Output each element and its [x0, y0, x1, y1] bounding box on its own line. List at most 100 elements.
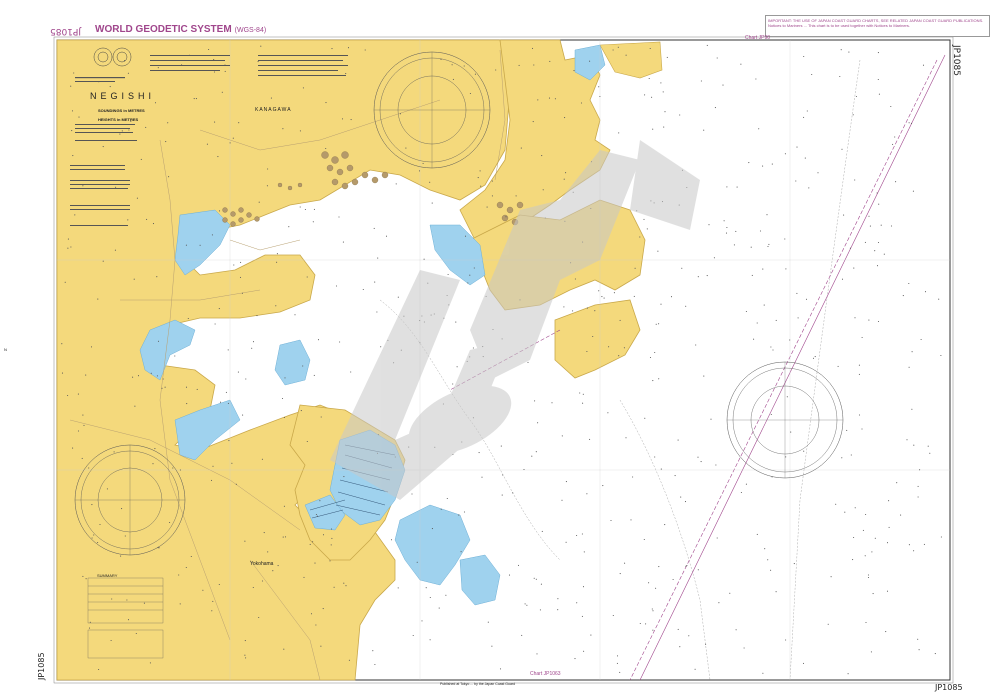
sounding-dot: [537, 99, 539, 101]
sounding-dot: [501, 494, 503, 496]
sounding-dot: [634, 267, 636, 269]
sounding-dot: [364, 49, 366, 51]
sounding-dot: [848, 51, 850, 53]
sounding-dot: [242, 414, 244, 416]
sounding-dot: [460, 551, 462, 553]
sounding-dot: [252, 341, 255, 343]
sounding-dot: [136, 197, 138, 199]
place-label-yokohama: Yokohama: [250, 561, 274, 567]
sounding-dot: [333, 586, 335, 588]
sounding-dot: [574, 658, 576, 660]
sounding-dot: [186, 403, 188, 405]
sounding-dot: [573, 70, 575, 72]
sounding-dot: [315, 513, 317, 516]
sounding-dot: [294, 314, 296, 316]
sounding-dot: [541, 530, 543, 532]
sounding-dot: [908, 282, 910, 285]
sounding-dot: [458, 514, 460, 516]
sounding-dot: [469, 92, 471, 95]
sounding-dot: [164, 386, 166, 388]
sounding-dot: [126, 599, 128, 601]
sounding-dot: [423, 258, 425, 260]
sounding-dot: [610, 519, 612, 522]
sounding-dot: [487, 621, 489, 623]
sounding-dot: [892, 143, 894, 145]
sounding-dot: [110, 639, 112, 642]
sounding-dot: [258, 616, 260, 619]
sounding-dot: [576, 602, 578, 604]
sounding-dot: [237, 371, 239, 373]
sounding-dot: [283, 416, 286, 419]
sounding-dot: [71, 130, 73, 132]
sounding-dot: [425, 587, 427, 589]
sounding-dot: [736, 186, 738, 188]
sounding-dot: [88, 467, 90, 469]
sounding-dot: [785, 639, 787, 641]
sounding-dot: [263, 532, 265, 534]
geodetic-system-name: WORLD GEODETIC SYSTEM: [95, 24, 232, 35]
sounding-dot: [632, 476, 634, 478]
sounding-dot: [583, 650, 585, 652]
sounding-dot: [374, 663, 376, 666]
sounding-dot: [256, 315, 258, 317]
sounding-dot: [934, 653, 936, 655]
sounding-dot: [213, 71, 216, 73]
sounding-dot: [77, 393, 79, 395]
sounding-dot: [865, 621, 867, 624]
sounding-dot: [927, 445, 929, 447]
sounding-dot: [244, 540, 246, 542]
sounding-dot: [508, 574, 511, 576]
sounding-dot: [331, 537, 333, 539]
sounding-dot: [565, 481, 567, 483]
sounding-dot: [276, 261, 278, 263]
sounding-dot: [212, 465, 214, 467]
chart-title: NEGISHI: [90, 91, 156, 101]
sounding-dot: [694, 668, 696, 670]
sounding-dot: [750, 246, 752, 248]
sounding-dot: [325, 102, 327, 104]
sounding-dot: [89, 621, 91, 623]
sounding-dot: [299, 206, 301, 208]
sounding-dot: [539, 609, 541, 611]
sounding-dot: [115, 186, 117, 188]
sounding-dot: [67, 394, 69, 397]
sounding-dot: [523, 468, 525, 471]
sounding-dot: [477, 177, 479, 179]
sounding-dot: [735, 230, 737, 232]
sounding-dot: [748, 162, 750, 164]
sounding-dot: [895, 181, 897, 183]
sounding-dot: [233, 264, 235, 266]
sounding-dot: [586, 493, 588, 495]
sounding-dot: [348, 659, 350, 661]
sounding-dot: [120, 555, 122, 557]
sounding-dot: [165, 141, 167, 143]
sounding-dot: [755, 78, 757, 80]
sounding-dot: [149, 662, 151, 664]
sounding-dot: [715, 464, 717, 466]
sounding-dot: [102, 146, 104, 148]
sounding-dot: [646, 228, 648, 230]
sounding-dot: [563, 178, 565, 180]
sounding-dot: [867, 574, 870, 576]
sounding-dot: [239, 276, 242, 278]
sounding-dot: [74, 214, 76, 216]
sounding-dot: [261, 458, 263, 460]
sounding-dot: [617, 46, 619, 48]
sounding-dot: [623, 347, 625, 349]
sounding-dot: [244, 640, 246, 642]
sounding-dot: [677, 628, 679, 630]
sounding-dot: [853, 267, 855, 269]
notice-box: IMPORTANT: THE USE OF JAPAN COAST GUARD …: [765, 15, 990, 37]
sounding-dot: [740, 491, 742, 494]
sounding-dot: [674, 475, 676, 477]
sounding-dot: [235, 483, 237, 485]
sounding-dot: [602, 485, 604, 487]
sounding-dot: [805, 298, 808, 300]
sounding-dot: [438, 607, 440, 609]
sounding-dot: [452, 383, 454, 385]
sounding-dot: [758, 128, 760, 130]
sounding-dot: [886, 590, 889, 592]
sounding-dot: [643, 538, 645, 541]
sounding-dot: [565, 541, 567, 543]
sounding-dot: [258, 201, 260, 203]
